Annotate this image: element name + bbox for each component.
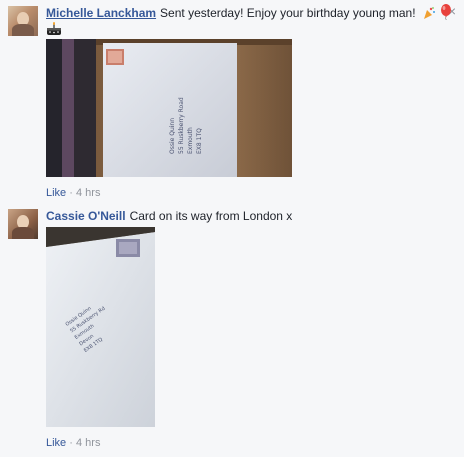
like-link[interactable]: Like <box>46 187 66 199</box>
comment-text: Card on its way from London x <box>129 209 293 223</box>
comment-author[interactable]: Cassie O'Neill <box>46 209 126 223</box>
comment-line: Cassie O'Neill Card on its way from Londo… <box>46 209 292 224</box>
comment-author[interactable]: Michelle Lanckham <box>46 6 156 20</box>
comment-time[interactable]: 4 hrs <box>76 437 100 449</box>
meta-separator: · <box>69 187 73 199</box>
comment-meta: Like · 4 hrs <box>46 437 100 449</box>
address-line: Exmouth <box>187 127 194 154</box>
meta-separator: · <box>69 437 73 449</box>
party-popper-icon <box>422 6 436 24</box>
comment-item: Michelle Lanckham Sent yesterday! Enjoy y… <box>0 0 464 200</box>
comment-line: Michelle Lanckham Sent yesterday! Enjoy y… <box>46 4 453 24</box>
avatar[interactable] <box>8 6 38 36</box>
address-line: Ossie Quinn <box>169 117 176 154</box>
avatar[interactable] <box>8 209 38 239</box>
like-link[interactable]: Like <box>46 437 66 449</box>
address-line: EX8 1TQ <box>196 128 203 154</box>
comment-text: Sent yesterday! Enjoy your birthday youn… <box>160 6 416 20</box>
envelope-address: Ossie Quinn 55 Ruskberry Road Exmouth EX… <box>168 84 204 154</box>
balloon-icon <box>439 4 453 24</box>
birthday-cake-icon <box>46 22 62 36</box>
comment-meta: Like · 4 hrs <box>46 187 100 199</box>
address-line: 55 Ruskberry Road <box>178 97 185 154</box>
comment-time[interactable]: 4 hrs <box>76 187 100 199</box>
